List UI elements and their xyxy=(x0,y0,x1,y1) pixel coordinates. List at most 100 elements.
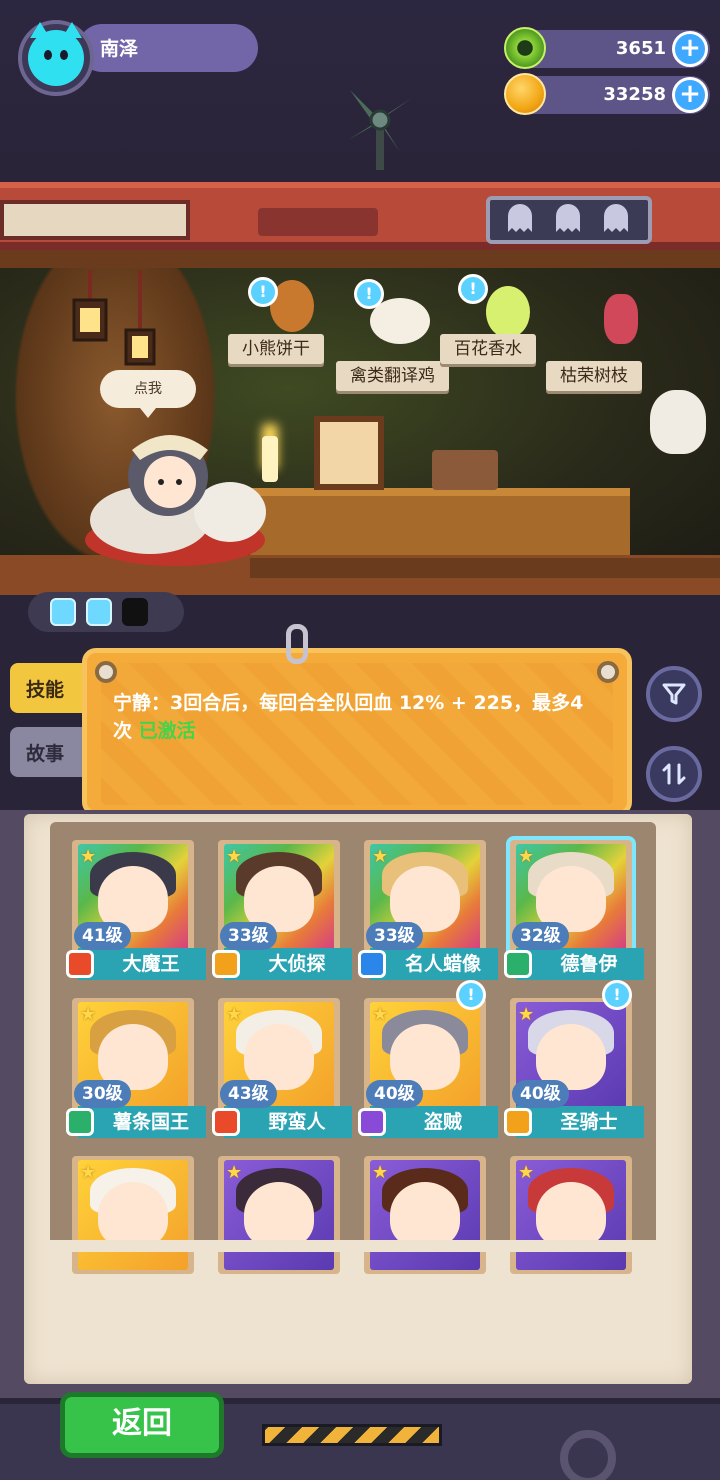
blurred-page-text xyxy=(150,1282,650,1302)
paper-clip-icon xyxy=(286,624,308,664)
star-icon: ★ xyxy=(372,1162,389,1183)
class-badge-icon xyxy=(358,950,386,978)
back-button[interactable]: 返回 xyxy=(60,1392,224,1458)
level-badge: 33级 xyxy=(220,922,277,950)
character-name: 盗贼 xyxy=(370,1106,498,1138)
add-coin-button[interactable]: + xyxy=(672,77,708,113)
hazard-stripe xyxy=(262,1424,442,1446)
character-card[interactable]: ★ 薯条国王 30级 xyxy=(64,992,206,1142)
character-card[interactable]: ★ xyxy=(356,1150,494,1274)
character-card[interactable]: ★! 圣骑士 40级 xyxy=(502,980,644,1142)
grid-fade xyxy=(50,1240,656,1252)
alert-icon[interactable]: ! xyxy=(458,274,488,304)
character-card[interactable]: ★ 大侦探 33级 xyxy=(210,834,352,984)
perfume-item[interactable] xyxy=(486,286,530,338)
skill-status: 已激活 xyxy=(138,720,196,742)
player-avatar[interactable] xyxy=(18,20,94,96)
star-icon: ★ xyxy=(80,846,97,867)
alert-icon[interactable]: ! xyxy=(354,279,384,309)
level-badge: 40级 xyxy=(512,1080,569,1108)
character-card[interactable]: ★ 野蛮人 43级 xyxy=(210,992,352,1142)
speech-bubble[interactable]: 点我 xyxy=(100,370,196,418)
character-face xyxy=(98,1182,168,1248)
level-badge: 40级 xyxy=(366,1080,423,1108)
character-face xyxy=(536,1182,606,1248)
coin-amount: 33258 xyxy=(603,84,666,105)
branch-item[interactable] xyxy=(604,294,638,344)
bolt-icon xyxy=(95,661,117,683)
skill-description: 宁静：3回合后，每回合全队回血 12% + 225，最多4次 已激活 xyxy=(113,689,593,745)
player-name-pill[interactable]: 南泽 xyxy=(78,24,258,72)
star-icon: ★ xyxy=(518,1162,535,1183)
energy-cell-icon xyxy=(86,598,112,626)
add-gem-button[interactable]: + xyxy=(672,31,708,67)
item-tag-teddy-cookie[interactable]: 小熊饼干 xyxy=(228,334,324,364)
gem-amount: 3651 xyxy=(615,38,666,59)
alert-icon[interactable]: ! xyxy=(602,980,632,1010)
druid-character[interactable] xyxy=(80,420,270,570)
level-badge: 32级 xyxy=(512,922,569,950)
star-icon: ★ xyxy=(518,846,535,867)
character-card[interactable]: ★ xyxy=(502,1150,640,1274)
level-badge: 33级 xyxy=(366,922,423,950)
energy-bar xyxy=(28,592,184,632)
cat-face-icon xyxy=(28,22,84,86)
sort-button[interactable] xyxy=(646,746,702,802)
star-icon: ★ xyxy=(518,1004,535,1025)
star-icon: ★ xyxy=(372,1004,389,1025)
character-name: 野蛮人 xyxy=(224,1106,352,1138)
book-stack xyxy=(432,450,498,490)
alert-icon[interactable]: ! xyxy=(456,980,486,1010)
lantern-icon xyxy=(72,270,156,366)
character-name: 德鲁伊 xyxy=(516,948,644,980)
shop-counter xyxy=(250,488,630,558)
character-card[interactable]: ★ 名人蜡像 33级 xyxy=(356,834,498,984)
green-gem-icon xyxy=(504,27,546,69)
class-badge-icon xyxy=(358,1108,386,1136)
currency-coin: 33258 + xyxy=(504,73,710,115)
currency-gem: 3651 + xyxy=(504,27,710,69)
filter-icon xyxy=(662,683,686,705)
character-name: 名人蜡像 xyxy=(370,948,498,980)
windmill-fan-icon xyxy=(348,90,412,170)
tab-story[interactable]: 故事 xyxy=(10,727,86,777)
counter-base xyxy=(250,558,720,578)
character-card[interactable]: ★ 大魔王 41级 xyxy=(64,834,206,984)
tab-skill[interactable]: 技能 xyxy=(10,663,86,713)
class-badge-icon xyxy=(212,950,240,978)
star-icon: ★ xyxy=(226,846,243,867)
character-card[interactable]: ★! 盗贼 40级 xyxy=(356,980,498,1142)
item-tag-flower-perfume[interactable]: 百花香水 xyxy=(440,334,536,364)
bolt-icon xyxy=(597,661,619,683)
star-icon: ★ xyxy=(80,1004,97,1025)
star-icon: ★ xyxy=(226,1004,243,1025)
level-badge: 43级 xyxy=(220,1080,277,1108)
filter-button[interactable] xyxy=(646,666,702,722)
class-badge-icon xyxy=(66,950,94,978)
character-name: 大侦探 xyxy=(224,948,352,980)
level-badge: 41级 xyxy=(74,922,131,950)
player-name: 南泽 xyxy=(100,38,139,60)
character-card[interactable]: ★ 德鲁伊 32级 xyxy=(502,834,644,984)
class-badge-icon xyxy=(504,1108,532,1136)
character-card[interactable]: ★ xyxy=(64,1150,202,1274)
top-bar: 南泽 3651 + 33258 + xyxy=(0,0,720,185)
character-name: 大魔王 xyxy=(78,948,206,980)
gold-coin-icon xyxy=(504,73,546,115)
character-name: 薯条国王 xyxy=(78,1106,206,1138)
item-tag-withered-branch[interactable]: 枯荣树枝 xyxy=(546,361,642,391)
star-icon: ★ xyxy=(80,1162,97,1183)
character-card[interactable]: ★ xyxy=(210,1150,348,1274)
top-shelf xyxy=(0,250,720,268)
ghost-panel xyxy=(486,196,652,244)
alert-icon[interactable]: ! xyxy=(248,277,278,307)
level-badge: 30级 xyxy=(74,1080,131,1108)
character-face xyxy=(390,1182,460,1248)
item-tag-chicken-translator[interactable]: 禽类翻译鸡 xyxy=(336,361,449,391)
character-face xyxy=(244,1182,314,1248)
skull-decoration xyxy=(650,390,706,454)
class-badge-icon xyxy=(66,1108,94,1136)
sort-icon xyxy=(662,763,686,785)
roof-vent xyxy=(258,208,378,236)
ghost-icons xyxy=(508,204,628,232)
